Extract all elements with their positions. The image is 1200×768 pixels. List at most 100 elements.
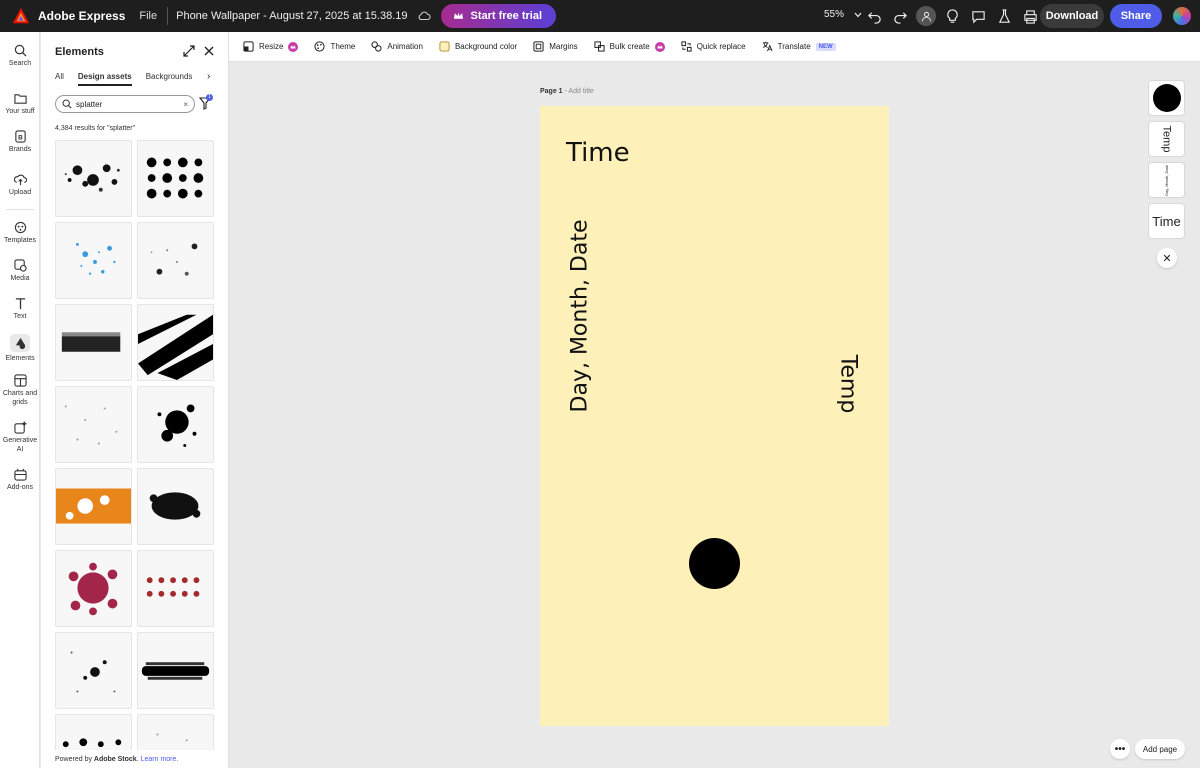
time-text[interactable]: Time (566, 138, 630, 168)
theme-button[interactable]: Theme (314, 41, 355, 52)
more-options-icon[interactable]: ••• (1110, 739, 1130, 759)
result-thumbnail[interactable] (137, 632, 214, 709)
clear-search-icon[interactable]: × (183, 100, 188, 109)
result-thumbnail[interactable] (55, 632, 132, 709)
layer-date[interactable]: Day, Month, Date (1148, 162, 1185, 198)
rail-label: Upload (8, 189, 32, 196)
margins-button[interactable]: Margins (533, 41, 578, 52)
result-thumbnail[interactable] (55, 550, 132, 627)
result-thumbnail[interactable] (137, 468, 214, 545)
rail-item-media[interactable]: Media (0, 259, 40, 283)
result-thumbnail[interactable] (137, 304, 214, 381)
tab-backgrounds[interactable]: Backgrounds (146, 72, 193, 86)
rail-label: Templates (4, 237, 36, 244)
rail-item-your-stuff[interactable]: Your stuff (0, 92, 40, 116)
layer-circle[interactable] (1148, 80, 1185, 116)
svg-text:B: B (18, 134, 23, 141)
add-title-placeholder[interactable]: Add title (568, 88, 593, 95)
animation-button[interactable]: Animation (371, 41, 423, 52)
share-button[interactable]: Share (1110, 4, 1162, 28)
rail-label: Add-ons (6, 484, 34, 491)
avatar[interactable] (1173, 7, 1191, 25)
learn-more-link[interactable]: Learn more. (141, 756, 179, 763)
splatter-image (56, 488, 131, 524)
result-thumbnail[interactable] (137, 550, 214, 627)
layer-time[interactable]: Time (1148, 203, 1185, 239)
expand-icon[interactable] (183, 45, 195, 57)
resize-button[interactable]: Resize (243, 41, 299, 52)
rail-item-brands[interactable]: B Brands (0, 130, 40, 154)
rail-item-elements[interactable]: Elements (0, 334, 40, 363)
result-thumbnail[interactable] (55, 222, 132, 299)
date-text[interactable]: Day, Month, Date (568, 220, 593, 413)
top-actions (864, 6, 1040, 26)
tab-design-assets[interactable]: Design assets (77, 72, 132, 86)
quick-replace-label: Quick replace (696, 42, 746, 51)
print-icon[interactable] (1020, 6, 1040, 26)
flask-icon[interactable] (994, 6, 1014, 26)
bulk-create-button[interactable]: Bulk create (594, 41, 665, 52)
artboard[interactable]: Time Day, Month, Date Temp (540, 106, 889, 726)
translate-label: Translate (777, 42, 811, 51)
splatter-image (146, 577, 200, 597)
lightbulb-icon[interactable] (942, 6, 962, 26)
black-circle-shape[interactable] (689, 538, 740, 589)
close-icon[interactable] (203, 45, 215, 57)
powered-prefix: Powered by (55, 756, 94, 763)
splatter-image (62, 738, 122, 748)
page-label: Page 1 - Add title (540, 88, 594, 95)
premium-crown-icon (288, 41, 299, 52)
result-thumbnail[interactable] (137, 140, 214, 217)
redo-icon[interactable] (890, 6, 910, 26)
panel-tabs: All Design assets Backgrounds (55, 72, 192, 86)
results-count: 4,384 results for "splatter" (55, 125, 136, 132)
folder-icon (13, 94, 27, 104)
quick-replace-button[interactable]: Quick replace (681, 41, 746, 52)
layer-temp[interactable]: Temp (1148, 121, 1185, 157)
zoom-control[interactable]: 55% (824, 9, 862, 20)
file-menu[interactable]: File (139, 10, 157, 22)
search-icon (14, 44, 27, 57)
divider (167, 7, 169, 25)
add-page-button[interactable]: Add page (1135, 739, 1185, 759)
close-layers-icon[interactable]: ✕ (1157, 248, 1177, 268)
page-number: Page 1 (540, 88, 563, 95)
result-thumbnail[interactable] (55, 714, 132, 750)
elements-panel: Elements All Design assets Backgrounds ›… (41, 32, 229, 768)
undo-icon[interactable] (864, 6, 884, 26)
search-input[interactable]: splatter × (55, 95, 195, 113)
background-color-button[interactable]: Background color (439, 41, 517, 52)
rail-item-charts-and-grids[interactable]: Charts and grids (0, 374, 40, 407)
result-thumbnail[interactable] (55, 468, 132, 545)
rail-label: Media (10, 275, 30, 282)
elements-icon (15, 337, 25, 349)
result-thumbnail[interactable] (137, 386, 214, 463)
temp-text[interactable]: Temp (836, 355, 861, 414)
document-title[interactable]: Phone Wallpaper - August 27, 2025 at 15.… (176, 10, 407, 22)
top-bar: Adobe Express File Phone Wallpaper - Aug… (0, 0, 1200, 32)
translate-button[interactable]: Translate NEW (762, 41, 836, 52)
result-thumbnail[interactable] (55, 304, 132, 381)
rail-item-templates[interactable]: Templates (0, 221, 40, 245)
rail-item-text[interactable]: Text (0, 297, 40, 321)
result-thumbnail[interactable] (137, 714, 214, 750)
result-thumbnail[interactable] (137, 222, 214, 299)
result-thumbnail[interactable] (55, 140, 132, 217)
chevron-right-icon[interactable]: › (207, 71, 210, 82)
result-thumbnail[interactable] (55, 386, 132, 463)
rail-item-add-ons[interactable]: Add-ons (0, 468, 40, 492)
comment-icon[interactable] (968, 6, 988, 26)
splatter-image (138, 314, 213, 380)
palette-icon (314, 41, 326, 52)
tab-all[interactable]: All (55, 72, 64, 86)
start-free-trial-button[interactable]: Start free trial (441, 4, 557, 28)
rail-item-search[interactable]: Search (0, 44, 40, 68)
cloud-sync-icon[interactable] (417, 9, 432, 23)
rail-item-generative-ai[interactable]: Generative AI (0, 421, 40, 454)
collaborator-icon[interactable] (916, 6, 936, 26)
bulk-create-icon (594, 41, 605, 52)
rail-item-upload[interactable]: Upload (0, 173, 40, 197)
rail-label: Elements (5, 355, 35, 362)
download-button[interactable]: Download (1040, 4, 1104, 28)
adobe-express-logo[interactable] (12, 7, 30, 25)
